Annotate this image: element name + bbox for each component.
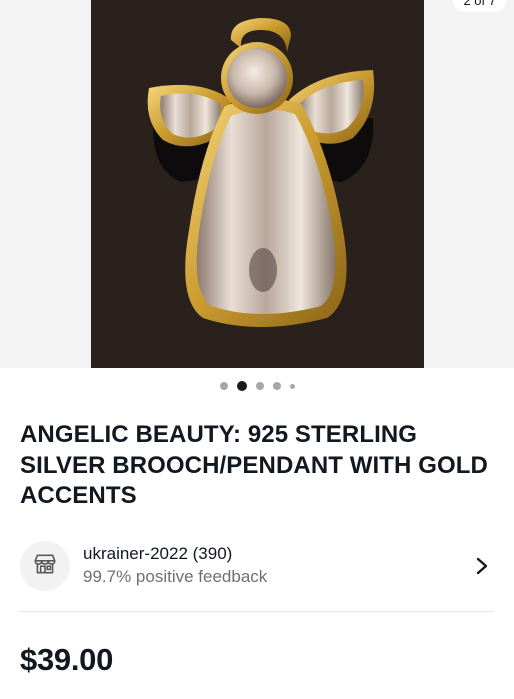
store-icon: [32, 551, 58, 582]
carousel-dot[interactable]: [272, 382, 281, 390]
seller-avatar: [20, 541, 70, 591]
image-gallery[interactable]: 2 of 7: [0, 0, 514, 368]
product-photo[interactable]: [91, 0, 424, 368]
seller-name[interactable]: ukrainer-2022 (390): [83, 543, 470, 565]
carousel-dot[interactable]: [289, 383, 295, 389]
carousel-dot-active[interactable]: [236, 381, 247, 391]
carousel-dot[interactable]: [219, 382, 228, 390]
seller-info-row[interactable]: ukrainer-2022 (390) 99.7% positive feedb…: [20, 538, 494, 594]
item-price: $39.00: [20, 642, 114, 677]
angel-brooch-image: [91, 0, 424, 368]
seller-text: ukrainer-2022 (390) 99.7% positive feedb…: [83, 543, 470, 589]
chevron-right-icon[interactable]: [470, 554, 494, 578]
listing-title: ANGELIC BEAUTY: 925 STERLING SILVER BROO…: [20, 421, 488, 509]
carousel-dot[interactable]: [255, 382, 264, 390]
divider: [20, 611, 494, 612]
seller-feedback: 99.7% positive feedback: [83, 567, 268, 586]
carousel-dots[interactable]: [0, 379, 514, 393]
image-counter: 2 of 7: [453, 0, 506, 12]
